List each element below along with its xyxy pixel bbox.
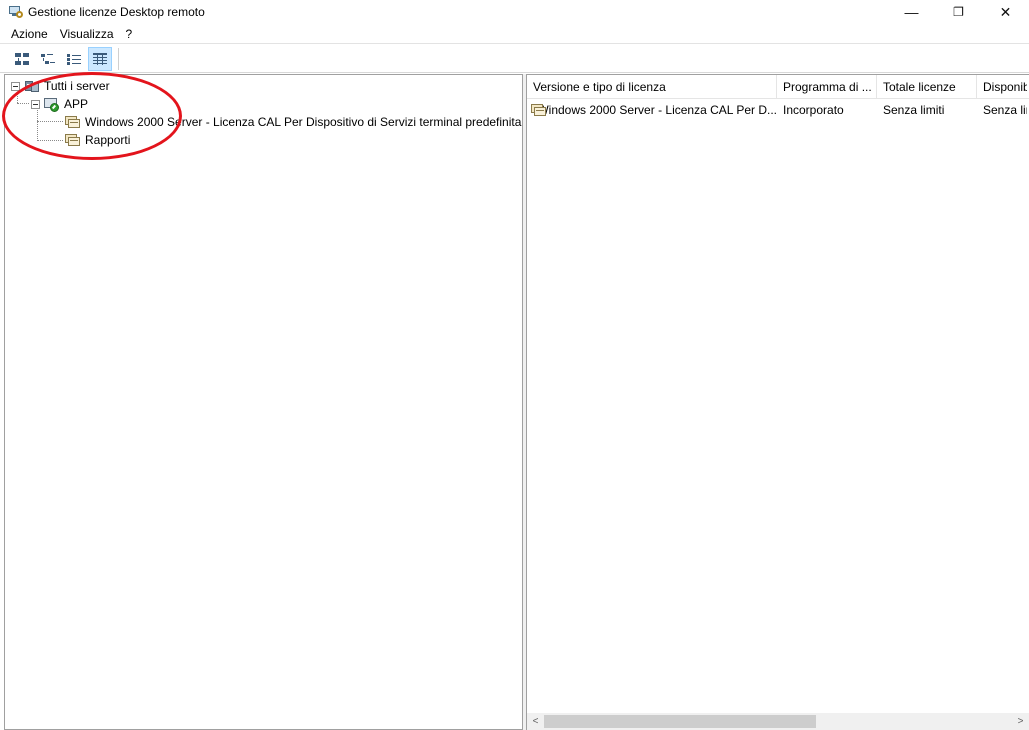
tree-item-reports[interactable]: Rapporti [65, 131, 130, 149]
list-header: Versione e tipo di licenza Programma di … [527, 75, 1029, 99]
license-icon [65, 114, 81, 130]
scroll-left-arrow[interactable]: < [527, 713, 544, 730]
column-header-total[interactable]: Totale licenze [877, 75, 977, 99]
large-icons-view-button[interactable] [10, 47, 34, 71]
reports-icon [65, 132, 81, 148]
tree-pane[interactable]: Tutti i server APP Windows 2000 Server -… [4, 74, 522, 730]
scroll-thumb[interactable] [544, 715, 816, 728]
tree-label-license: Windows 2000 Server - Licenza CAL Per Di… [85, 115, 522, 129]
toolbar-separator [118, 47, 119, 70]
cell-version: Windows 2000 Server - Licenza CAL Per D.… [527, 102, 777, 118]
tree-item-app[interactable]: APP [31, 95, 88, 113]
tree-label-root: Tutti i server [44, 79, 110, 93]
license-manager-icon [8, 4, 24, 20]
small-icons-icon [41, 53, 55, 65]
column-header-version[interactable]: Versione e tipo di licenza [527, 75, 777, 99]
main-area: Tutti i server APP Windows 2000 Server -… [4, 74, 1029, 730]
menu-bar: Azione Visualizza ? [0, 24, 1029, 44]
scroll-right-arrow[interactable]: > [1012, 713, 1029, 730]
toolbar [0, 45, 1029, 73]
small-icons-view-button[interactable] [36, 47, 60, 71]
minimize-button[interactable]: — [888, 0, 935, 24]
cell-program: Incorporato [783, 103, 844, 117]
collapse-icon[interactable] [11, 81, 20, 91]
tree-item-root[interactable]: Tutti i server [11, 77, 110, 95]
details-view-button[interactable] [88, 46, 112, 71]
large-icons-icon [15, 52, 29, 65]
tree-item-license[interactable]: Windows 2000 Server - Licenza CAL Per Di… [65, 113, 521, 131]
horizontal-scrollbar[interactable]: < > [527, 713, 1029, 730]
cell-total: Senza limiti [883, 103, 945, 117]
cell-version-text: Windows 2000 Server - Licenza CAL Per D.… [537, 103, 777, 117]
window-controls: — ❐ ✕ [888, 0, 1029, 24]
list-icon [67, 53, 81, 65]
list-view-button[interactable] [62, 47, 86, 71]
column-header-available[interactable]: Disponibili [977, 75, 1027, 99]
restore-button[interactable]: ❐ [935, 0, 982, 24]
server-activated-icon [44, 96, 60, 112]
tree-label-reports: Rapporti [85, 133, 131, 147]
details-icon [93, 52, 107, 65]
close-button[interactable]: ✕ [982, 0, 1029, 24]
menu-help[interactable]: ? [120, 24, 139, 44]
tree-connector [37, 140, 63, 141]
server-group-icon [24, 78, 40, 94]
tree-label-app: APP [64, 97, 89, 111]
menu-visualizza[interactable]: Visualizza [54, 24, 120, 44]
menu-azione[interactable]: Azione [0, 24, 54, 44]
collapse-icon[interactable] [31, 99, 40, 109]
scroll-track[interactable] [544, 713, 1012, 730]
tree-connector [17, 103, 29, 104]
title-bar: Gestione licenze Desktop remoto — ❐ ✕ [0, 0, 1029, 24]
list-pane[interactable]: Versione e tipo di licenza Programma di … [527, 74, 1029, 730]
tree-connector [37, 121, 63, 122]
cell-available: Senza limiti [983, 103, 1027, 117]
table-row[interactable]: Windows 2000 Server - Licenza CAL Per D.… [527, 101, 1029, 119]
window-title: Gestione licenze Desktop remoto [28, 5, 205, 19]
license-icon [531, 102, 546, 118]
column-header-program[interactable]: Programma di ... [777, 75, 877, 99]
